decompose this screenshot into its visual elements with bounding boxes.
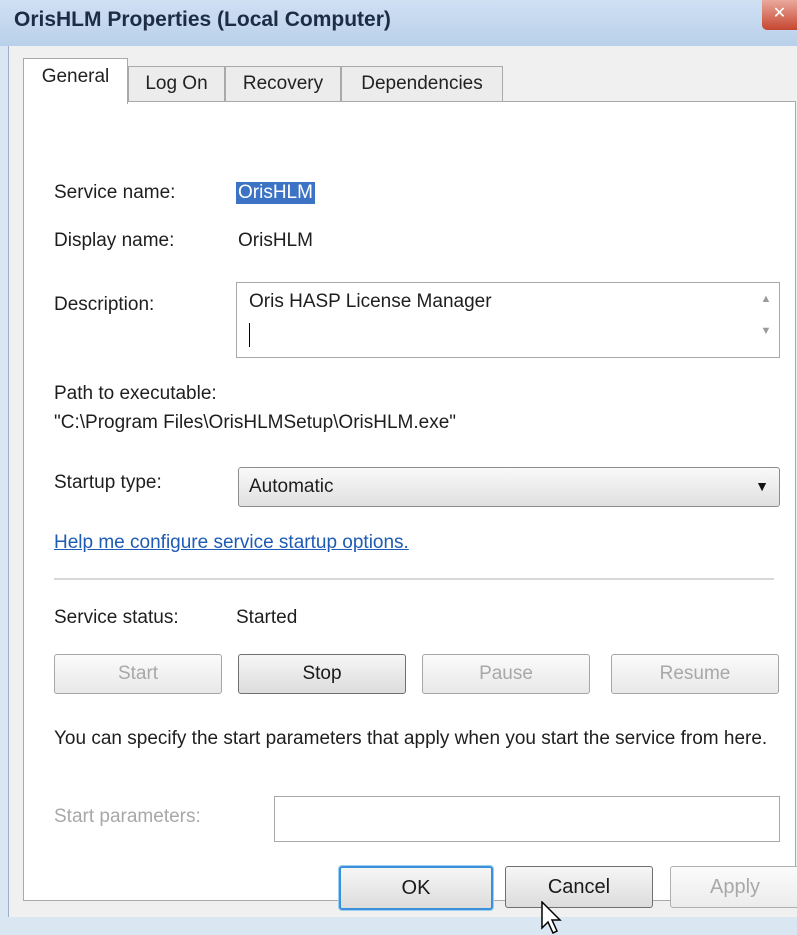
description-label: Description:: [54, 294, 155, 315]
divider: [54, 578, 774, 581]
service-status-label: Service status:: [54, 607, 179, 628]
window-title: OrisHLM Properties (Local Computer): [14, 8, 391, 31]
path-label: Path to executable:: [54, 383, 217, 404]
startup-type-select[interactable]: Automatic ▼: [238, 467, 780, 507]
tab-recovery[interactable]: Recovery: [225, 66, 341, 103]
resume-button[interactable]: Resume: [611, 654, 779, 694]
start-button[interactable]: Start: [54, 654, 222, 694]
close-icon: ✕: [772, 5, 787, 22]
ok-button[interactable]: OK: [339, 866, 493, 910]
service-name-label: Service name:: [54, 182, 176, 203]
chevron-down-icon: ▼: [755, 478, 769, 494]
close-button[interactable]: ✕: [762, 0, 797, 30]
start-params-label: Start parameters:: [54, 806, 201, 827]
start-params-input[interactable]: [274, 796, 780, 842]
dialog-body: General Log On Recovery Dependencies Ser…: [8, 46, 797, 935]
tab-log-on[interactable]: Log On: [128, 66, 225, 103]
pause-button[interactable]: Pause: [422, 654, 590, 694]
mouse-pointer-icon: [541, 901, 562, 935]
tab-dependencies[interactable]: Dependencies: [341, 66, 503, 103]
apply-button[interactable]: Apply: [670, 866, 797, 908]
description-field[interactable]: Oris HASP License Manager ▲ ▼: [236, 282, 780, 358]
title-bar[interactable]: OrisHLM Properties (Local Computer) ✕: [0, 0, 797, 46]
path-value: "C:\Program Files\OrisHLMSetup\OrisHLM.e…: [54, 412, 457, 433]
help-startup-link[interactable]: Help me configure service startup option…: [54, 532, 409, 554]
startup-type-label: Startup type:: [54, 472, 162, 493]
general-panel: Service name: OrisHLM Display name: Oris…: [23, 101, 796, 901]
service-name-value[interactable]: OrisHLM: [236, 182, 315, 204]
text-caret: [249, 323, 250, 347]
service-status-value: Started: [236, 607, 298, 628]
cancel-button[interactable]: Cancel: [505, 866, 653, 908]
scroll-up-icon[interactable]: ▲: [759, 293, 773, 305]
description-text: Oris HASP License Manager: [249, 291, 492, 312]
start-params-note: You can specify the start parameters tha…: [54, 728, 768, 749]
startup-type-value: Automatic: [249, 476, 334, 497]
stop-button[interactable]: Stop: [238, 654, 406, 694]
display-name-label: Display name:: [54, 230, 175, 251]
scroll-down-icon[interactable]: ▼: [759, 325, 773, 337]
display-name-value: OrisHLM: [238, 230, 313, 251]
tab-general[interactable]: General: [23, 58, 128, 104]
